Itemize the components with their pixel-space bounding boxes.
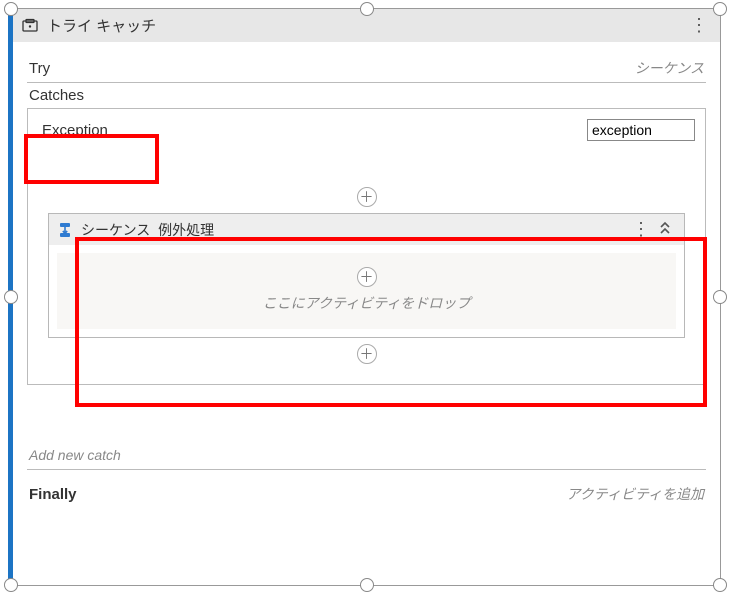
- activity-title: トライ キャッチ: [47, 15, 156, 36]
- try-hint: シーケンス: [635, 58, 704, 78]
- finally-hint: アクティビティを追加: [566, 484, 704, 504]
- resize-handle-nw[interactable]: [4, 2, 18, 16]
- inner-sequence-menu-button[interactable]: ⋮: [628, 219, 654, 240]
- catch-variable-input[interactable]: [587, 119, 695, 141]
- inner-sequence-header[interactable]: シーケンス_例外処理 ⋮: [49, 214, 684, 245]
- catch-exception-type[interactable]: Exception: [38, 121, 112, 140]
- activity-drop-zone[interactable]: ＋ ここにアクティビティをドロップ: [57, 253, 676, 329]
- finally-label: Finally: [29, 486, 77, 503]
- catch-block[interactable]: Exception ＋ シーケンス_例外処理 ⋮: [27, 108, 706, 385]
- plus-icon: ＋: [357, 267, 377, 287]
- inner-sequence-activity[interactable]: シーケンス_例外処理 ⋮ ＋ ここにアクティビティをドロップ: [48, 213, 685, 338]
- try-label: Try: [29, 60, 50, 77]
- activity-body: Try シーケンス Catches Exception ＋ シーケンス_例外処理: [13, 42, 720, 518]
- resize-handle-se[interactable]: [713, 578, 727, 592]
- resize-handle-n[interactable]: [360, 2, 374, 16]
- plus-icon: ＋: [357, 187, 377, 207]
- finally-section[interactable]: Finally アクティビティを追加: [27, 470, 706, 504]
- collapse-button[interactable]: [654, 221, 676, 238]
- insert-after-connector[interactable]: ＋: [38, 338, 695, 366]
- resize-handle-s[interactable]: [360, 578, 374, 592]
- sequence-icon: [57, 222, 73, 238]
- try-catch-activity[interactable]: トライ キャッチ ⋮ Try シーケンス Catches Exception ＋: [8, 8, 721, 586]
- inner-sequence-title: シーケンス_例外処理: [81, 220, 214, 240]
- resize-handle-sw[interactable]: [4, 578, 18, 592]
- try-catch-icon: [21, 17, 39, 35]
- add-new-catch-link[interactable]: Add new catch: [27, 405, 706, 470]
- activity-menu-button[interactable]: ⋮: [686, 15, 712, 36]
- catch-header: Exception: [38, 117, 695, 147]
- plus-icon: ＋: [357, 344, 377, 364]
- insert-before-connector[interactable]: ＋: [38, 147, 695, 213]
- catches-label: Catches: [27, 83, 706, 108]
- resize-handle-ne[interactable]: [713, 2, 727, 16]
- resize-handle-w[interactable]: [4, 290, 18, 304]
- try-section[interactable]: Try シーケンス: [27, 52, 706, 83]
- resize-handle-e[interactable]: [713, 290, 727, 304]
- drop-hint-text: ここにアクティビティをドロップ: [67, 293, 666, 313]
